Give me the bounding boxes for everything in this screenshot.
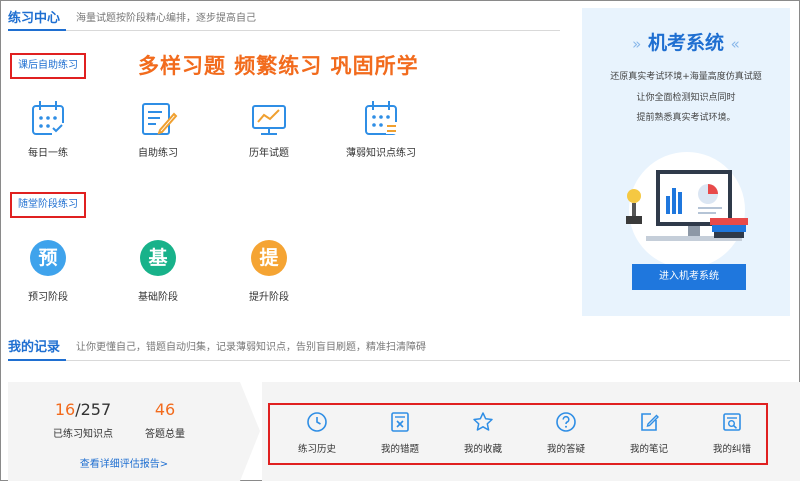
exam-system-title: 机考系统 <box>647 32 724 54</box>
record-label: 我的收藏 <box>463 444 502 455</box>
stage-basic[interactable]: 基 基础阶段 <box>118 240 198 303</box>
computer-exam-illustration <box>626 152 748 266</box>
stat-practiced-value: 16/257 <box>38 400 128 419</box>
practice-center-subtitle: 海量试题按阶段精心编排，逐步提高自己 <box>76 13 256 24</box>
stage-preview[interactable]: 预 预习阶段 <box>8 240 88 303</box>
tool-self-practice[interactable]: 自助练习 <box>113 98 203 159</box>
record-label: 我的笔记 <box>629 444 668 455</box>
tool-weak-points[interactable]: 薄弱知识点练习 <box>336 98 426 159</box>
enter-exam-system-button[interactable]: 进入机考系统 <box>632 264 746 290</box>
self-practice-category: 课后自助练习 <box>10 53 86 79</box>
stage-label: 提升阶段 <box>249 292 289 303</box>
stat-label: 答题总量 <box>145 429 185 440</box>
tool-label: 薄弱知识点练习 <box>346 148 416 159</box>
exam-desc-line: 还原真实考试环境+海量高度仿真试题 <box>610 72 762 82</box>
records-title: 我的记录 <box>8 340 61 355</box>
exam-system-heading: » 机考系统 « <box>582 28 790 55</box>
stat-practiced-points: 16/257 已练习知识点 <box>38 400 128 440</box>
record-label: 我的纠错 <box>712 444 751 455</box>
stage-advance[interactable]: 提 提升阶段 <box>229 240 309 303</box>
calendar-list-icon <box>365 101 397 135</box>
stats-panel-arrow <box>240 382 260 481</box>
chart-board-icon <box>252 105 286 135</box>
record-notes[interactable]: 我的笔记 <box>612 411 686 455</box>
search-doc-icon <box>723 413 741 431</box>
record-wrong-questions[interactable]: 我的错题 <box>363 411 437 455</box>
stage-badge: 基 <box>140 240 176 276</box>
stats-panel: 16/257 已练习知识点 46 答题总量 查看详细评估报告> <box>8 382 240 481</box>
exam-system-panel: » 机考系统 « 还原真实考试环境+海量高度仿真试题 让你全面检测知识点同时 提… <box>582 8 790 316</box>
exam-desc-line: 提前熟悉真实考试环境。 <box>636 113 736 123</box>
stat-label: 已练习知识点 <box>53 429 113 440</box>
tool-label: 每日一练 <box>28 148 68 159</box>
practice-center-divider <box>8 29 560 31</box>
practice-center-title: 练习中心 <box>8 11 61 26</box>
stage-badge: 预 <box>30 240 66 276</box>
answer-count: 46 <box>154 400 176 419</box>
records-divider <box>8 359 790 361</box>
tool-daily-practice[interactable]: 每日一练 <box>3 98 93 159</box>
double-chevron-right-icon: » <box>632 35 642 53</box>
stage-badge: 提 <box>251 240 287 276</box>
view-report-link[interactable]: 查看详细评估报告> <box>8 455 240 470</box>
tool-past-exams[interactable]: 历年试题 <box>224 98 314 159</box>
records-highlight-box: 练习历史 我的错题 我的收藏 我的答疑 我的笔记 我的纠错 <box>268 403 768 465</box>
note-edit-icon <box>641 413 659 431</box>
total-points: /257 <box>75 400 112 419</box>
wrong-doc-icon <box>391 412 409 432</box>
notebook-pen-icon <box>142 103 178 135</box>
record-favorites[interactable]: 我的收藏 <box>446 411 520 455</box>
clock-icon <box>307 412 327 432</box>
record-corrections[interactable]: 我的纠错 <box>695 411 769 455</box>
question-icon <box>556 412 576 432</box>
stage-label: 预习阶段 <box>28 292 68 303</box>
record-label: 我的错题 <box>380 444 419 455</box>
slogan: 多样习题 频繁练习 巩固所学 <box>138 54 419 78</box>
practiced-count: 16 <box>54 400 76 419</box>
calendar-grid-icon <box>32 101 64 135</box>
record-label: 我的答疑 <box>546 444 585 455</box>
exam-desc-line: 让你全面检测知识点同时 <box>636 93 736 103</box>
stat-answer-total: 46 答题总量 <box>130 400 200 440</box>
tool-label: 自助练习 <box>138 148 178 159</box>
stage-label: 基础阶段 <box>138 292 178 303</box>
records-subtitle: 让你更懂自己，错题自动归集，记录薄弱知识点，告别盲目刷题，精准扫清障碍 <box>76 342 426 353</box>
star-icon <box>473 412 493 431</box>
double-chevron-left-icon: « <box>730 35 740 53</box>
record-label: 练习历史 <box>297 444 336 455</box>
stage-practice-category: 随堂阶段练习 <box>10 192 86 218</box>
record-qa[interactable]: 我的答疑 <box>529 411 603 455</box>
record-practice-history[interactable]: 练习历史 <box>280 411 354 455</box>
tool-label: 历年试题 <box>249 148 289 159</box>
